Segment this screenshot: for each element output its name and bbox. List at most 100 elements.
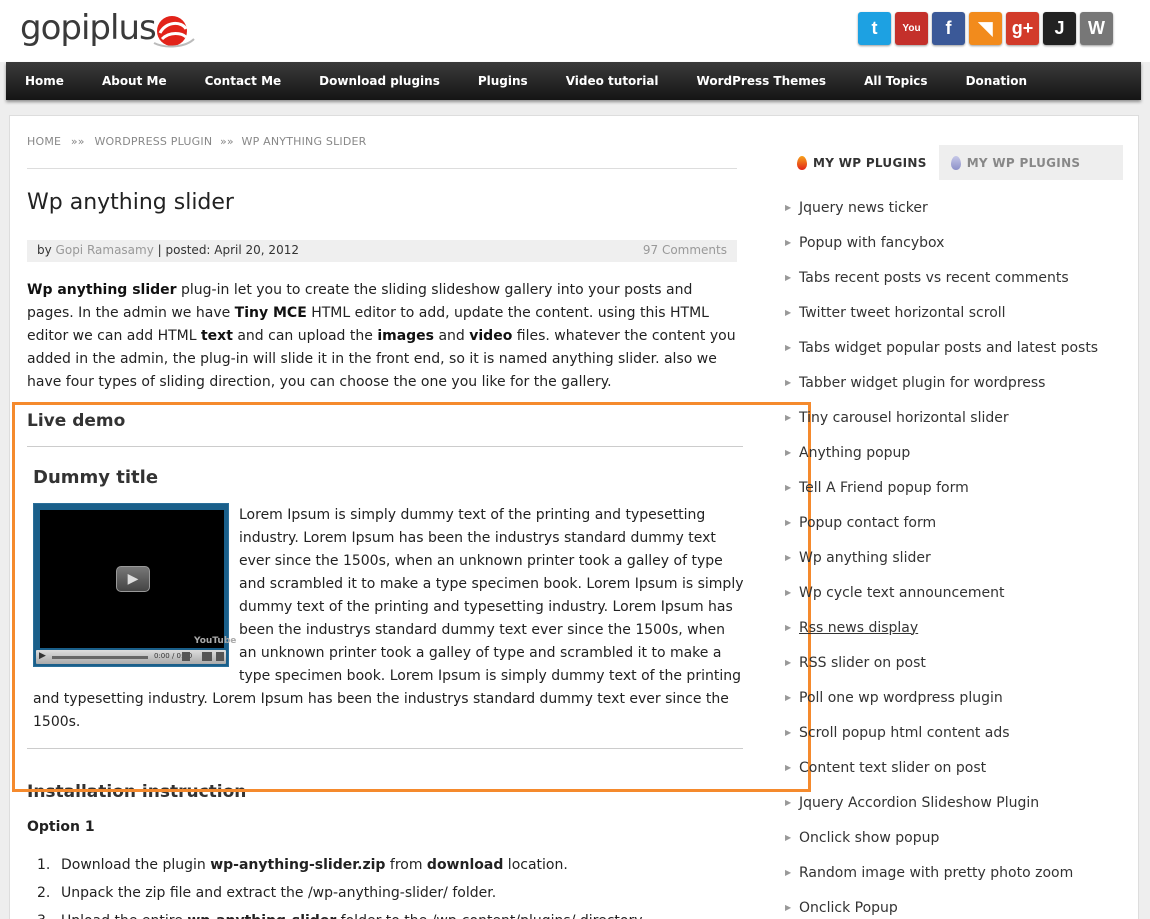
breadcrumb: HOME »» WORDPRESS PLUGIN »» WP ANYTHING … (27, 135, 367, 148)
sidebar-item-link[interactable]: Tabs widget popular posts and latest pos… (799, 340, 1098, 356)
joomla-icon[interactable]: J (1043, 12, 1076, 45)
sidebar-item-link[interactable]: Tell A Friend popup form (799, 480, 969, 496)
sidebar-item[interactable]: ▶ Tabs recent posts vs recent comments (785, 260, 1125, 295)
sidebar-item-link[interactable]: Tabs recent posts vs recent comments (799, 270, 1069, 286)
facebook-icon[interactable]: f (932, 12, 965, 45)
intro-bold: video (469, 328, 513, 344)
youtube-icon[interactable]: You (895, 12, 928, 45)
sidebar-item[interactable]: ▶ Content text slider on post (785, 750, 1125, 785)
twitter-icon[interactable]: t (858, 12, 891, 45)
sidebar-item[interactable]: ▶ Popup with fancybox (785, 225, 1125, 260)
bullet-arrow-icon: ▶ (785, 518, 792, 527)
sidebar-item[interactable]: ▶ Jquery Accordion Slideshow Plugin (785, 785, 1125, 820)
sidebar-item-link[interactable]: Scroll popup html content ads (799, 725, 1010, 741)
sidebar-item-link[interactable]: Rss news display (799, 620, 918, 636)
step-num: 1. (37, 857, 51, 873)
bullet-arrow-icon: ▶ (785, 588, 792, 597)
step-num: 2. (37, 885, 51, 901)
nav-item-plugins[interactable]: Plugins (459, 74, 547, 88)
site-logo[interactable]: gopiplus (20, 8, 157, 48)
step-bold: wp-anything-slider (187, 913, 336, 919)
sidebar-item[interactable]: ▶ RSS slider on post (785, 645, 1125, 680)
bullet-arrow-icon: ▶ (785, 833, 792, 842)
sidebar-item-link[interactable]: Onclick Popup (799, 900, 898, 916)
sidebar-item[interactable]: ▶ Tiny carousel horizontal slider (785, 400, 1125, 435)
tab-label: MY WP PLUGINS (966, 155, 1081, 170)
sidebar-item[interactable]: ▶ Wp anything slider (785, 540, 1125, 575)
breadcrumb-home[interactable]: HOME (27, 135, 61, 148)
intro-text: and (434, 328, 470, 344)
breadcrumb-separator: »» (219, 135, 234, 148)
bullet-arrow-icon: ▶ (785, 693, 792, 702)
bullet-arrow-icon: ▶ (785, 413, 792, 422)
sidebar-item[interactable]: ▶ Onclick show popup (785, 820, 1125, 855)
sidebar-item[interactable]: ▶ Tabber widget plugin for wordpress (785, 365, 1125, 400)
breadcrumb-current: WP ANYTHING SLIDER (241, 135, 367, 148)
tab-my-wp-plugins-2[interactable]: MY WP PLUGINS (939, 145, 1093, 180)
step-mid: from (385, 857, 427, 873)
sidebar-item[interactable]: ▶ Tabs widget popular posts and latest po… (785, 330, 1125, 365)
sidebar-item-link[interactable]: Popup contact form (799, 515, 936, 531)
bullet-arrow-icon: ▶ (785, 623, 792, 632)
nav-item-video-tutorial[interactable]: Video tutorial (547, 74, 678, 88)
nav-item-donation[interactable]: Donation (947, 74, 1046, 88)
option-heading: Option 1 (27, 819, 95, 835)
sidebar-item-link[interactable]: Tiny carousel horizontal slider (799, 410, 1009, 426)
nav-item-home[interactable]: Home (6, 74, 83, 88)
sidebar-item[interactable]: ▶ Rss news display (785, 610, 1125, 645)
comments-link[interactable]: 97 Comments (643, 243, 727, 259)
step-bold2: download (426, 857, 504, 873)
bullet-arrow-icon: ▶ (785, 903, 792, 912)
sidebar-item-link[interactable]: Poll one wp wordpress plugin (799, 690, 1003, 706)
wordpress-icon[interactable]: W (1080, 12, 1113, 45)
nav-item-all-topics[interactable]: All Topics (845, 74, 947, 88)
sidebar-item-link[interactable]: Twitter tweet horizontal scroll (799, 305, 1006, 321)
meta-by: by (37, 243, 52, 257)
nav-item-wordpress-themes[interactable]: WordPress Themes (678, 74, 846, 88)
bullet-arrow-icon: ▶ (785, 658, 792, 667)
tab-label: MY WP PLUGINS (813, 155, 927, 170)
sidebar-item-link[interactable]: Wp cycle text announcement (799, 585, 1004, 601)
intro-bold: Wp anything slider (27, 282, 177, 298)
sidebar-item[interactable]: ▶ Twitter tweet horizontal scroll (785, 295, 1125, 330)
sidebar-item-link[interactable]: Jquery Accordion Slideshow Plugin (799, 795, 1039, 811)
breadcrumb-section[interactable]: WORDPRESS PLUGIN (94, 135, 212, 148)
sidebar-plugin-list: ▶ Jquery news ticker ▶ Popup with fancybox ▶… (785, 190, 1125, 919)
nav-item-contact-me[interactable]: Contact Me (186, 74, 301, 88)
bullet-arrow-icon: ▶ (785, 378, 792, 387)
sidebar-item[interactable]: ▶ Scroll popup html content ads (785, 715, 1125, 750)
step-pre: Upload the entire (61, 913, 187, 919)
install-steps: 1. Download the plugin wp-anything-slider… (37, 851, 737, 919)
intro-bold: text (200, 328, 233, 344)
sidebar-item-link[interactable]: Content text slider on post (799, 760, 986, 776)
bullet-arrow-icon: ▶ (785, 798, 792, 807)
author-link[interactable]: Gopi Ramasamy (56, 243, 154, 257)
sidebar-item[interactable]: ▶ Poll one wp wordpress plugin (785, 680, 1125, 715)
google-plus-icon[interactable]: g+ (1006, 12, 1039, 45)
bullet-arrow-icon: ▶ (785, 868, 792, 877)
sidebar-item[interactable]: ▶ Jquery news ticker (785, 190, 1125, 225)
sidebar-item[interactable]: ▶ Random image with pretty photo zoom (785, 855, 1125, 890)
sidebar-item[interactable]: ▶ Anything popup (785, 435, 1125, 470)
nav-item-download-plugins[interactable]: Download plugins (300, 74, 459, 88)
sidebar-item[interactable]: ▶ Wp cycle text announcement (785, 575, 1125, 610)
sidebar-item-link[interactable]: Tabber widget plugin for wordpress (799, 375, 1045, 391)
sidebar-item-link[interactable]: RSS slider on post (799, 655, 926, 671)
post-meta: by Gopi Ramasamy | posted: April 20, 201… (27, 240, 737, 262)
bullet-arrow-icon: ▶ (785, 308, 792, 317)
intro-text: and can upload the (232, 328, 378, 344)
sidebar-item-link[interactable]: Jquery news ticker (799, 200, 928, 216)
sidebar-item-link[interactable]: Onclick show popup (799, 830, 939, 846)
sidebar-item[interactable]: ▶ Tell A Friend popup form (785, 470, 1125, 505)
sidebar-item-link[interactable]: Anything popup (799, 445, 910, 461)
main-nav: Home About Me Contact Me Download plugins Pl… (6, 62, 1141, 100)
sidebar-item[interactable]: ▶ Popup contact form (785, 505, 1125, 540)
rss-icon[interactable]: ◥ (969, 12, 1002, 45)
sidebar-item[interactable]: ▶ Onclick Popup (785, 890, 1125, 919)
sidebar-item-link[interactable]: Popup with fancybox (799, 235, 944, 251)
tab-my-wp-plugins[interactable]: MY WP PLUGINS (785, 145, 939, 180)
sidebar-item-link[interactable]: Wp anything slider (799, 550, 931, 566)
nav-item-about-me[interactable]: About Me (83, 74, 186, 88)
step-pre: Download the plugin (61, 857, 211, 873)
sidebar-item-link[interactable]: Random image with pretty photo zoom (799, 865, 1073, 881)
